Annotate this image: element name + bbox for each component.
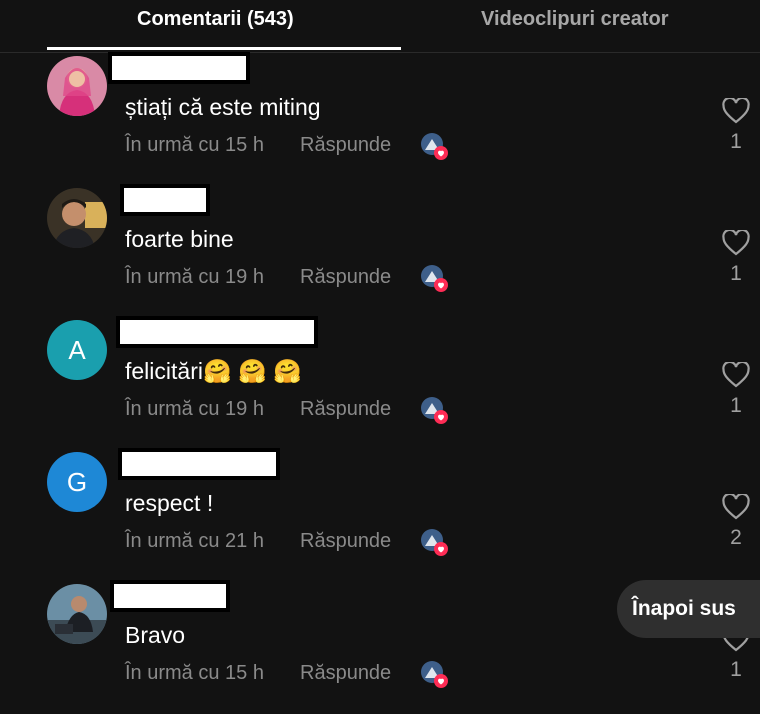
reply-button[interactable]: Răspunde (300, 134, 391, 157)
comment-text: felicitări🤗 🤗 🤗 (125, 358, 302, 384)
heart-icon[interactable] (722, 96, 750, 124)
heart-icon[interactable] (722, 228, 750, 256)
username-redacted[interactable] (110, 580, 230, 612)
back-to-top-button[interactable]: Înapoi sus (617, 580, 760, 638)
avatar[interactable]: A (47, 320, 107, 380)
username-redacted[interactable] (118, 448, 280, 480)
comment-item: știați că este miting În urmă cu 15 h Ră… (0, 52, 760, 186)
comment-text: respect ! (125, 490, 214, 516)
creator-liked-icon (420, 132, 448, 160)
reply-button[interactable]: Răspunde (300, 662, 391, 685)
tab-comments[interactable]: Comentarii (543) (137, 8, 294, 31)
comment-time: În urmă cu 15 h (125, 662, 264, 684)
comment-time: În urmă cu 21 h (125, 530, 264, 552)
tab-creator-videos[interactable]: Videoclipuri creator (481, 8, 668, 31)
comment-item: A felicitări🤗 🤗 🤗 În urmă cu 19 h Răspun… (0, 316, 760, 450)
avatar[interactable] (47, 584, 107, 644)
creator-liked-icon (420, 528, 448, 556)
reply-button[interactable]: Răspunde (300, 530, 391, 553)
avatar-initial: G (66, 466, 88, 497)
avatar[interactable]: G (47, 452, 107, 512)
creator-liked-icon (420, 264, 448, 292)
username-redacted[interactable] (120, 184, 210, 216)
reply-button[interactable]: Răspunde (300, 266, 391, 289)
like-count: 1 (730, 394, 742, 417)
username-redacted[interactable] (108, 52, 250, 84)
like-count: 2 (730, 526, 742, 549)
like-count: 1 (730, 262, 742, 285)
active-tab-indicator (47, 47, 401, 50)
like-count: 1 (730, 130, 742, 153)
comment-time: În urmă cu 19 h (125, 398, 264, 420)
tab-bar: Comentarii (543) Videoclipuri creator (0, 0, 760, 53)
comment-time: În urmă cu 19 h (125, 266, 264, 288)
comment-item: G respect ! În urmă cu 21 h Răspunde 2 (0, 448, 760, 582)
heart-icon[interactable] (722, 360, 750, 388)
avatar[interactable] (47, 188, 107, 248)
heart-icon[interactable] (722, 492, 750, 520)
reply-button[interactable]: Răspunde (300, 398, 391, 421)
comment-time: În urmă cu 15 h (125, 134, 264, 156)
comment-item: foarte bine În urmă cu 19 h Răspunde 1 (0, 184, 760, 318)
like-count: 1 (730, 658, 742, 681)
creator-liked-icon (420, 660, 448, 688)
avatar[interactable] (47, 56, 107, 116)
comment-text: știați că este miting (125, 94, 321, 120)
comment-text: foarte bine (125, 226, 234, 252)
comment-text: Bravo (125, 622, 186, 648)
avatar-initial: A (68, 334, 86, 365)
creator-liked-icon (420, 396, 448, 424)
username-redacted[interactable] (116, 316, 318, 348)
